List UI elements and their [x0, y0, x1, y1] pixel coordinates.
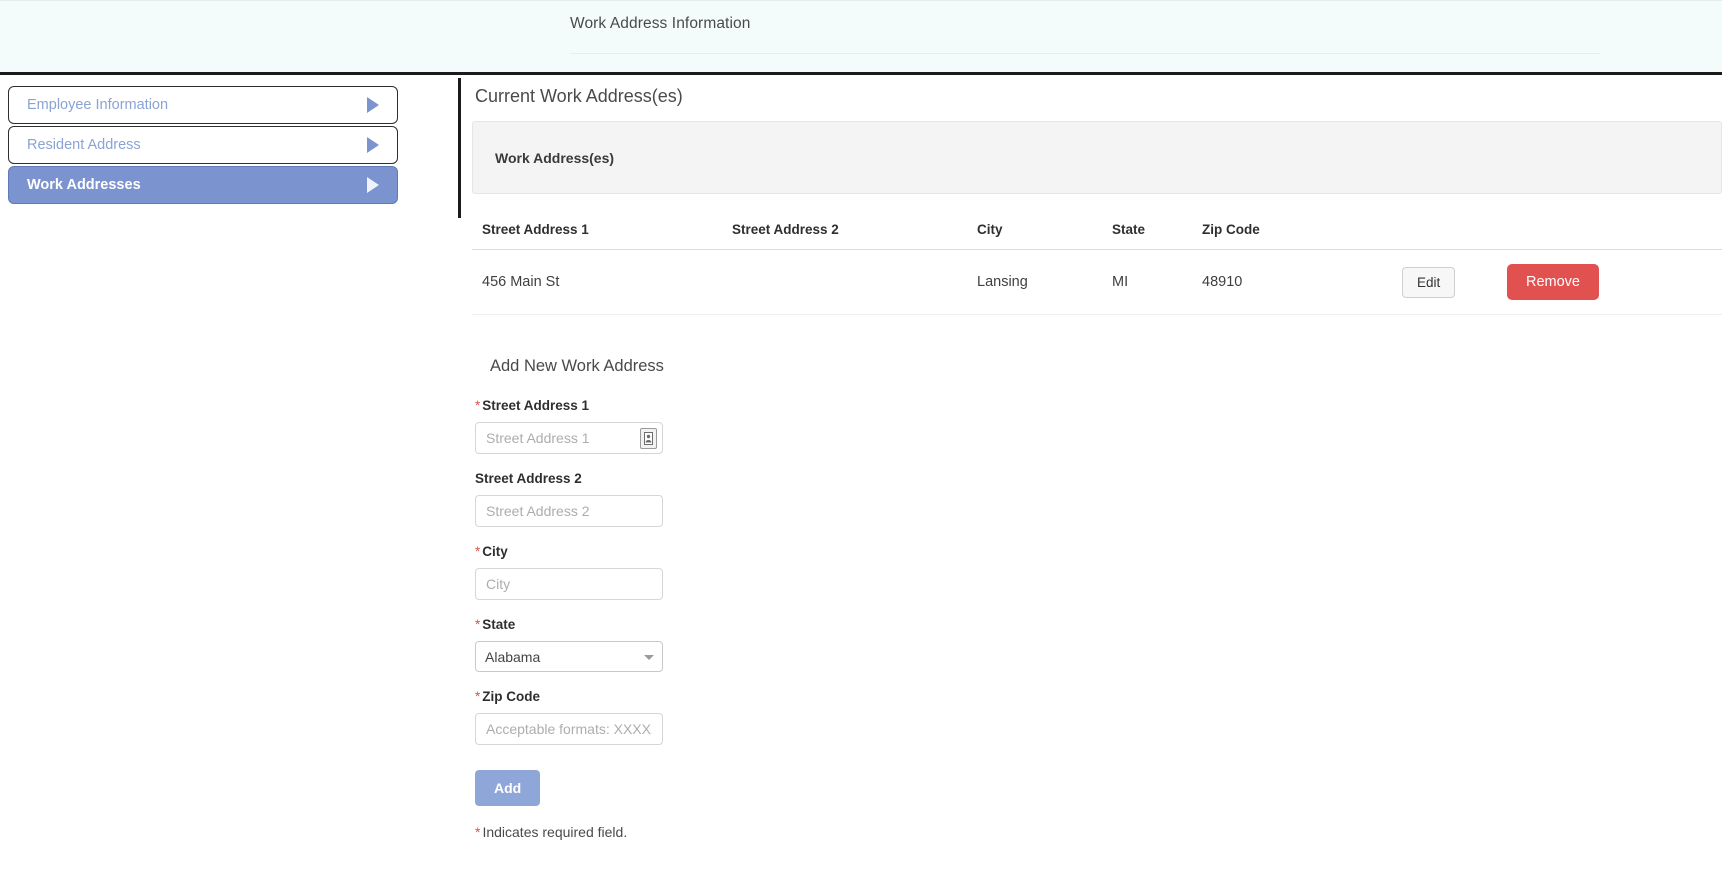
state-select-wrap: Alabama	[475, 641, 663, 672]
field-street-address-1: * Street Address 1	[475, 398, 1722, 454]
city-input[interactable]	[475, 568, 663, 600]
cell-street-address-1: 456 Main St	[472, 249, 732, 315]
column-header-city: City	[977, 216, 1112, 250]
sidebar-item-employee-information[interactable]: Employee Information	[8, 86, 398, 124]
chevron-right-icon	[367, 177, 379, 193]
add-button[interactable]: Add	[475, 770, 541, 806]
sidebar-nav: Employee Information Resident Address Wo…	[8, 86, 398, 206]
required-asterisk: *	[475, 824, 481, 840]
sidebar-item-label: Employee Information	[27, 97, 169, 113]
required-asterisk: *	[475, 544, 481, 559]
sidebar-content-divider	[458, 78, 461, 218]
column-header-remove-actions	[1507, 216, 1722, 250]
section-title: Current Work Address(es)	[475, 86, 683, 106]
panel-header-label: Work Address(es)	[495, 149, 615, 166]
cell-edit-action: Edit	[1402, 249, 1507, 315]
field-street-address-2: Street Address 2	[475, 471, 1722, 527]
work-addresses-table: Street Address 1 Street Address 2 City S…	[472, 216, 1722, 315]
street-address-1-input[interactable]	[475, 422, 663, 454]
sidebar-item-label: Work Addresses	[27, 177, 141, 193]
sidebar-item-resident-address[interactable]: Resident Address	[8, 126, 398, 164]
column-header-state: State	[1112, 216, 1202, 250]
label-street-address-2: Street Address 2	[475, 471, 582, 486]
cell-street-address-2	[732, 249, 977, 315]
label-text: City	[482, 544, 508, 559]
column-header-street-address-2: Street Address 2	[732, 216, 977, 250]
field-zip-code: * Zip Code	[475, 689, 1722, 745]
label-text: State	[482, 617, 516, 632]
label-text: Street Address 1	[482, 398, 590, 413]
table-header-row: Street Address 1 Street Address 2 City S…	[472, 216, 1722, 250]
street-address-2-input-wrap	[475, 495, 663, 527]
sidebar-item-label: Resident Address	[27, 137, 141, 153]
main-content: Current Work Address(es) Work Address(es…	[472, 86, 1722, 884]
address-book-icon[interactable]	[640, 428, 657, 449]
column-header-zip-code: Zip Code	[1202, 216, 1402, 250]
table-row: 456 Main St Lansing MI 48910 Edit Remove	[472, 249, 1722, 315]
label-state: * State	[475, 617, 1722, 632]
field-state: * State Alabama	[475, 617, 1722, 672]
street-address-1-input-wrap	[475, 422, 663, 454]
cell-state: MI	[1112, 249, 1202, 315]
form-title: Add New Work Address	[490, 357, 664, 375]
sidebar-item-work-addresses[interactable]: Work Addresses	[8, 166, 398, 204]
label-text: Zip Code	[482, 689, 541, 704]
header-divider	[570, 53, 1600, 54]
remove-button[interactable]: Remove	[1507, 264, 1599, 300]
cell-city: Lansing	[977, 249, 1112, 315]
chevron-right-icon	[367, 137, 379, 153]
column-header-edit-actions	[1402, 216, 1507, 250]
street-address-2-input[interactable]	[475, 495, 663, 527]
label-zip-code: * Zip Code	[475, 689, 1722, 704]
cell-zip-code: 48910	[1202, 249, 1402, 315]
page-header-band: Work Address Information	[0, 0, 1722, 75]
required-field-note: * Indicates required field.	[475, 824, 1722, 840]
zip-code-input-wrap	[475, 713, 663, 745]
label-city: * City	[475, 544, 1722, 559]
page-title: Work Address Information	[570, 15, 751, 32]
city-input-wrap	[475, 568, 663, 600]
required-note-text: Indicates required field.	[482, 824, 628, 840]
add-work-address-form: Add New Work Address * Street Address 1 S…	[472, 357, 1722, 840]
work-addresses-panel-header: Work Address(es)	[472, 121, 1722, 194]
column-header-street-address-1: Street Address 1	[472, 216, 732, 250]
cell-remove-action: Remove	[1507, 249, 1722, 315]
chevron-right-icon	[367, 97, 379, 113]
required-asterisk: *	[475, 617, 481, 632]
zip-code-input[interactable]	[475, 713, 663, 745]
required-asterisk: *	[475, 398, 481, 413]
label-street-address-1: * Street Address 1	[475, 398, 1722, 413]
edit-button[interactable]: Edit	[1402, 266, 1456, 298]
field-city: * City	[475, 544, 1722, 600]
state-select[interactable]: Alabama	[475, 641, 663, 672]
required-asterisk: *	[475, 689, 481, 704]
